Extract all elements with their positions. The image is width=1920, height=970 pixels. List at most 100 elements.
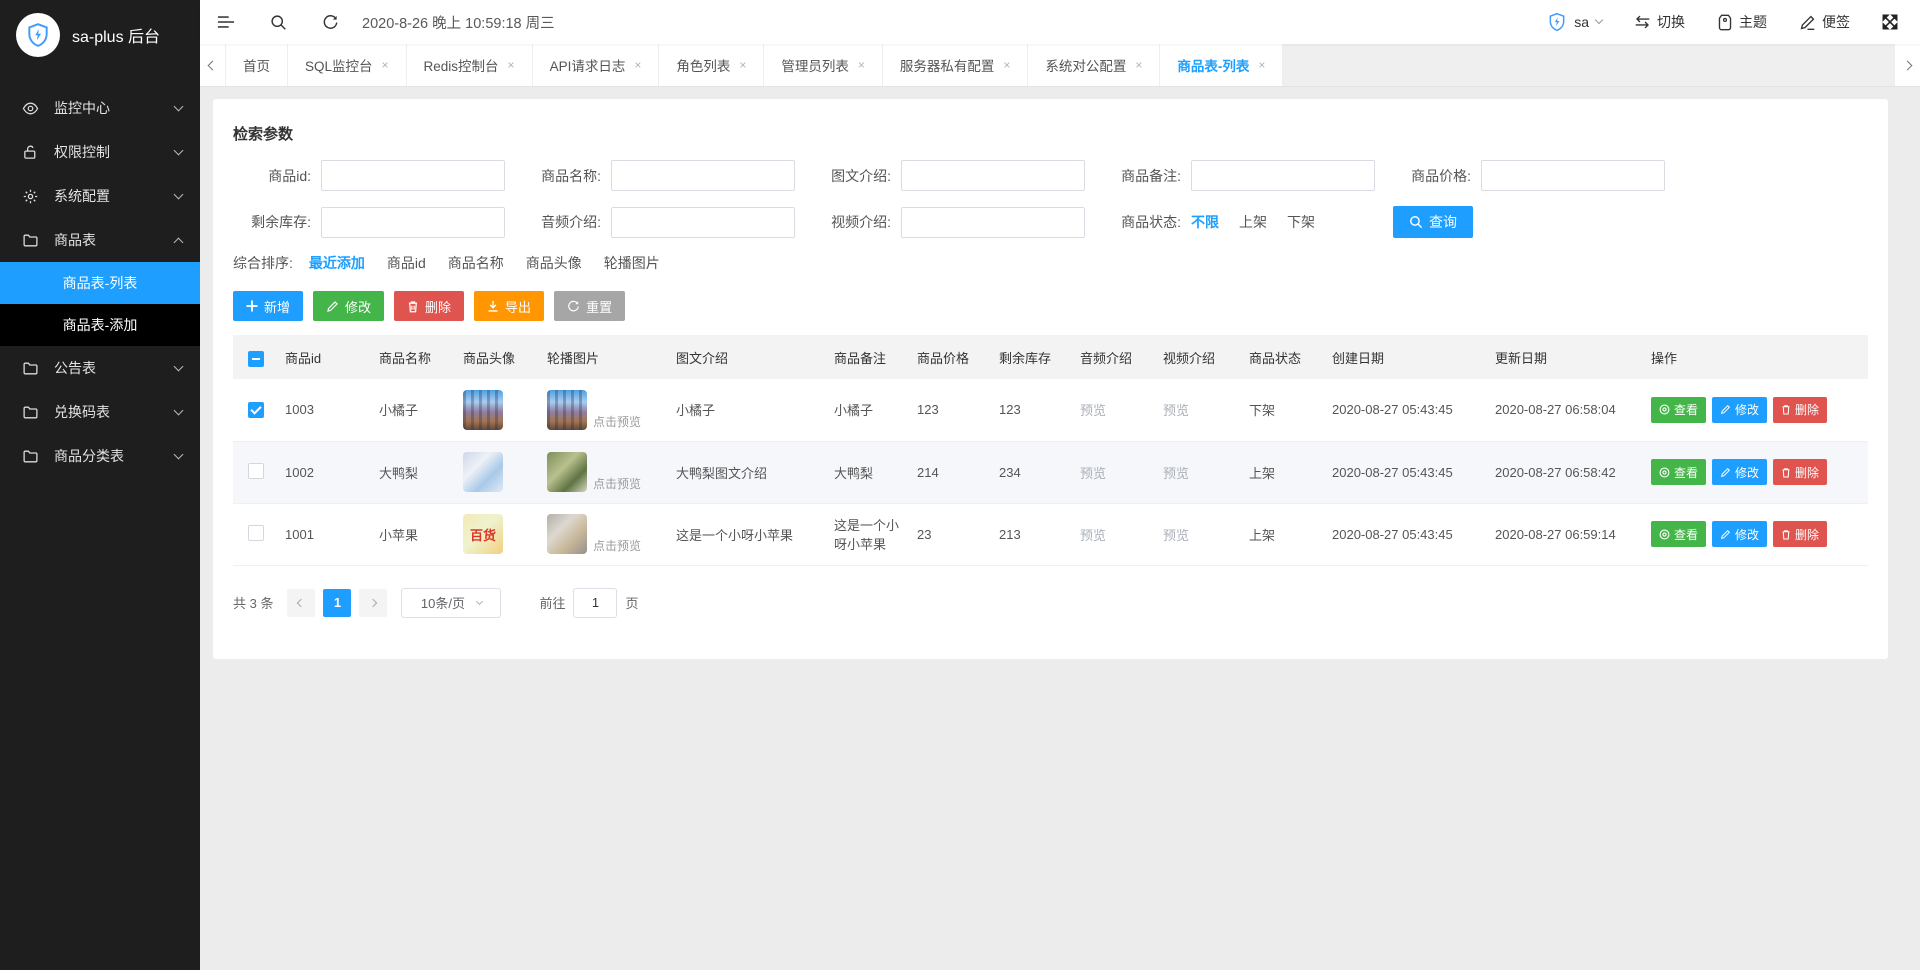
search-icon [270, 14, 286, 30]
goods-audio-input[interactable] [611, 206, 795, 238]
tabs-scroll-right-button[interactable] [1894, 44, 1920, 86]
video-preview-link[interactable]: 预览 [1163, 403, 1189, 418]
trash-icon [1782, 467, 1790, 477]
sort-option-goods-avatar[interactable]: 商品头像 [526, 253, 582, 273]
tab-api-log[interactable]: API请求日志 × [532, 44, 660, 86]
goods-avatar-image[interactable] [463, 452, 503, 492]
row-checkbox[interactable] [248, 401, 264, 418]
tab-server-private-config[interactable]: 服务器私有配置 × [882, 44, 1029, 86]
sidebar-item-notice-table[interactable]: 公告表 [0, 346, 200, 390]
prev-page-button[interactable] [287, 588, 316, 617]
sidebar-item-goods-list[interactable]: 商品表-列表 [0, 262, 200, 304]
goods-avatar-image[interactable] [463, 389, 503, 430]
carousel-preview-link[interactable]: 点击预览 [593, 413, 641, 430]
audio-preview-link[interactable]: 预览 [1080, 528, 1106, 543]
close-icon[interactable]: × [1003, 58, 1010, 72]
tab-role-list[interactable]: 角色列表 × [659, 44, 765, 86]
unlock-icon [22, 144, 39, 161]
close-icon[interactable]: × [739, 58, 746, 72]
user-menu[interactable]: sa [1547, 12, 1604, 32]
page-number-button[interactable]: 1 [323, 588, 352, 617]
delete-button[interactable]: 删除 [1773, 521, 1828, 547]
view-button[interactable]: 查看 [1651, 521, 1707, 547]
refresh-icon [323, 14, 337, 29]
refresh-button[interactable] [304, 0, 356, 44]
row-checkbox[interactable] [248, 462, 264, 479]
audio-preview-link[interactable]: 预览 [1080, 466, 1106, 481]
sidebar-item-system-config[interactable]: 系统配置 [0, 174, 200, 218]
query-button[interactable]: 查询 [1393, 206, 1473, 238]
sidebar-item-permission-control[interactable]: 权限控制 [0, 130, 200, 174]
view-button[interactable]: 查看 [1651, 396, 1707, 423]
theme-button[interactable]: 主题 [1717, 12, 1767, 32]
audio-preview-link[interactable]: 预览 [1080, 403, 1106, 418]
status-option-off-shelf[interactable]: 下架 [1287, 212, 1315, 232]
goods-avatar-image[interactable]: 百货 [463, 514, 503, 554]
sort-option-recent[interactable]: 最近添加 [309, 253, 365, 273]
status-option-on-shelf[interactable]: 上架 [1239, 212, 1267, 232]
tab-home[interactable]: 首页 [226, 44, 288, 86]
close-icon[interactable]: × [508, 58, 515, 72]
sort-option-goods-id[interactable]: 商品id [387, 253, 426, 273]
edit-button[interactable]: 修改 [313, 291, 385, 321]
note-button[interactable]: 便签 [1799, 12, 1850, 32]
edit-button[interactable]: 修改 [1712, 459, 1768, 485]
tab-system-public-config[interactable]: 系统对公配置 × [1028, 44, 1161, 86]
sort-option-carousel[interactable]: 轮播图片 [604, 253, 660, 273]
carousel-image[interactable] [547, 389, 587, 430]
video-preview-link[interactable]: 预览 [1163, 528, 1189, 543]
goods-stock-input[interactable] [321, 206, 505, 238]
chevron-left-icon [207, 60, 218, 70]
select-all-checkbox[interactable] [248, 350, 264, 367]
reset-button[interactable]: 重置 [554, 291, 626, 321]
delete-button[interactable]: 删除 [1773, 396, 1828, 423]
close-icon[interactable]: × [858, 58, 865, 72]
goods-video-input[interactable] [901, 206, 1085, 238]
fullscreen-button[interactable] [1882, 14, 1898, 30]
edit-button[interactable]: 修改 [1712, 396, 1768, 423]
goods-id-input[interactable] [321, 160, 505, 191]
page-size-select[interactable]: 10条/页 [401, 587, 502, 618]
close-icon[interactable]: × [1135, 58, 1142, 72]
close-icon[interactable]: × [1258, 58, 1265, 72]
goods-status-filter: 商品状态: 不限 上架 下架 [1103, 212, 1393, 232]
add-button[interactable]: 新增 [233, 291, 304, 321]
tab-admin-list[interactable]: 管理员列表 × [764, 44, 883, 86]
sidebar-item-goods-category-table[interactable]: 商品分类表 [0, 434, 200, 478]
close-icon[interactable]: × [382, 58, 389, 72]
carousel-preview-link[interactable]: 点击预览 [593, 537, 641, 554]
menu-collapse-button[interactable] [200, 0, 252, 44]
tab-sql-console[interactable]: SQL监控台 × [288, 44, 407, 86]
status-option-all[interactable]: 不限 [1191, 212, 1219, 232]
goto-page-group: 前往 页 [539, 587, 639, 618]
carousel-preview-link[interactable]: 点击预览 [593, 475, 641, 492]
sort-option-goods-name[interactable]: 商品名称 [448, 253, 504, 273]
sidebar-item-monitor-center[interactable]: 监控中心 [0, 86, 200, 130]
sidebar-item-redeem-code-table[interactable]: 兑换码表 [0, 390, 200, 434]
row-checkbox[interactable] [248, 524, 264, 541]
goods-name-input[interactable] [611, 160, 795, 191]
chevron-down-icon [475, 597, 484, 605]
delete-button[interactable]: 删除 [394, 291, 465, 321]
goods-note-input[interactable] [1191, 160, 1375, 191]
next-page-button[interactable] [359, 588, 388, 617]
goods-price-input[interactable] [1481, 160, 1665, 191]
goods-intro-input[interactable] [901, 160, 1085, 191]
switch-account-button[interactable]: 切换 [1634, 12, 1685, 32]
sidebar-item-goods-add[interactable]: 商品表-添加 [0, 304, 200, 346]
close-icon[interactable]: × [634, 58, 641, 72]
export-button[interactable]: 导出 [474, 291, 545, 321]
delete-button[interactable]: 删除 [1773, 459, 1828, 485]
carousel-image[interactable] [547, 452, 587, 492]
tab-goods-list[interactable]: 商品表-列表 × [1160, 44, 1284, 86]
pencil-icon [1720, 529, 1731, 539]
tab-redis-console[interactable]: Redis控制台 × [406, 44, 533, 86]
tabs-scroll-left-button[interactable] [200, 44, 226, 86]
sidebar-item-goods-table[interactable]: 商品表 [0, 218, 200, 262]
edit-button[interactable]: 修改 [1712, 521, 1768, 547]
video-preview-link[interactable]: 预览 [1163, 466, 1189, 481]
goto-page-input[interactable] [573, 587, 618, 618]
view-button[interactable]: 查看 [1651, 459, 1707, 485]
carousel-image[interactable] [547, 514, 587, 554]
search-button[interactable] [252, 0, 304, 44]
